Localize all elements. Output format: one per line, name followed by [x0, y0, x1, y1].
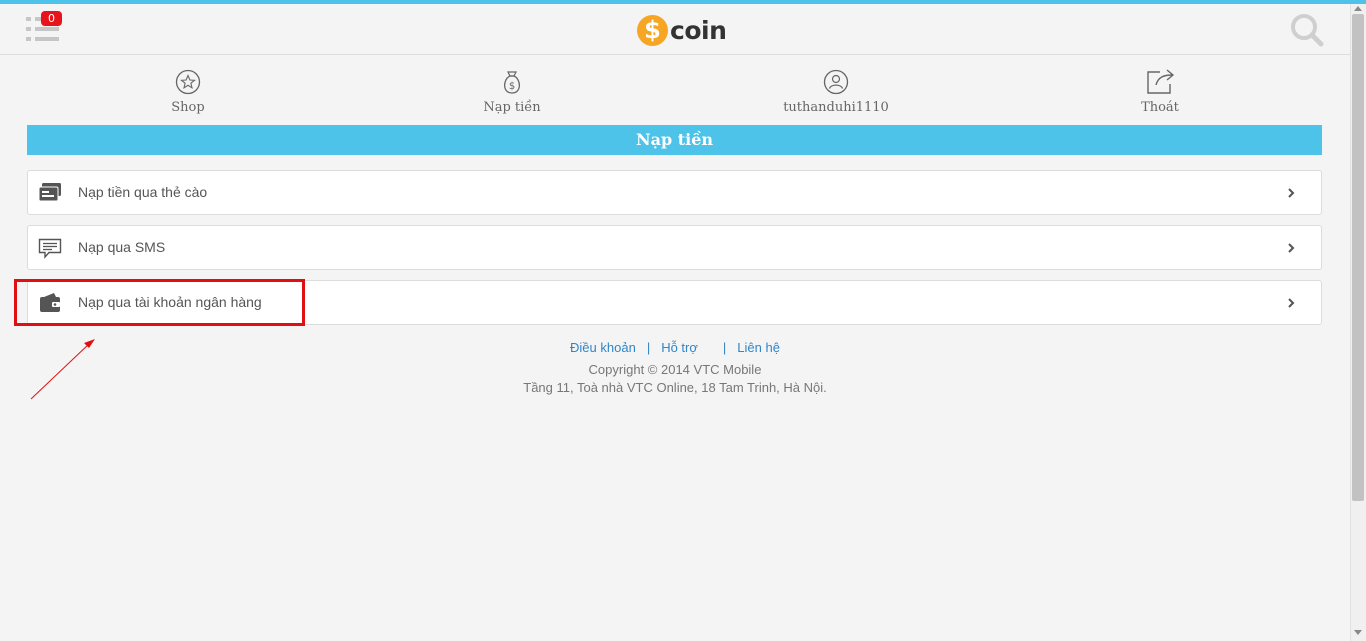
highlight-box	[14, 279, 305, 326]
money-bag-icon: $	[503, 71, 521, 94]
footer-separator: |	[646, 340, 651, 355]
logout-share-icon	[1147, 69, 1175, 94]
footer-address: Tầng 11, Toà nhà VTC Online, 18 Tam Trin…	[523, 380, 827, 395]
footer-links: Điều khoản | Hỗ trợ | Liên hệ	[0, 340, 1350, 355]
nav-label: Shop	[171, 100, 205, 115]
coin-logo-icon: $	[637, 14, 668, 46]
footer-copyright: Copyright © 2014 VTC Mobile	[588, 362, 762, 377]
user-circle-icon	[823, 69, 849, 95]
main-nav: Shop $ Nạp tiền tuthanduhi1110 Thoát	[27, 60, 1322, 122]
footer-link-contact[interactable]: Liên hệ	[737, 340, 780, 355]
sms-message-icon	[38, 238, 62, 259]
option-label: Nạp tiền qua thẻ cào	[78, 184, 208, 200]
notification-badge: 0	[41, 11, 62, 26]
option-sms-topup[interactable]: Nạp qua SMS	[27, 225, 1322, 270]
search-button[interactable]	[1290, 13, 1324, 47]
nav-label: Thoát	[1141, 100, 1179, 115]
scroll-down-arrow-icon[interactable]	[1354, 630, 1362, 635]
chevron-right-icon	[1288, 298, 1295, 308]
nav-item-account[interactable]: tuthanduhi1110	[756, 60, 916, 122]
card-icon	[38, 183, 61, 202]
nav-item-shop[interactable]: Shop	[108, 60, 268, 122]
option-label: Nạp qua SMS	[78, 239, 166, 255]
nav-item-nap-tien[interactable]: $ Nạp tiền	[432, 60, 592, 122]
star-circle-icon	[175, 69, 201, 95]
footer-link-terms[interactable]: Điều khoản	[570, 340, 636, 355]
nav-label: Nạp tiền	[483, 100, 541, 115]
section-title: Nạp tiền	[27, 125, 1322, 155]
chevron-right-icon	[1288, 243, 1295, 253]
scroll-up-arrow-icon[interactable]	[1354, 6, 1362, 11]
chevron-right-icon	[1288, 188, 1295, 198]
logo[interactable]: $ coin	[637, 13, 727, 47]
nav-label: tuthanduhi1110	[783, 100, 889, 115]
svg-text:$: $	[509, 81, 515, 92]
footer-separator: |	[722, 340, 727, 355]
scrollbar-thumb[interactable]	[1352, 14, 1364, 501]
nav-item-logout[interactable]: Thoát	[1080, 60, 1240, 122]
header: 0 $ coin	[0, 4, 1350, 55]
logo-text: coin	[670, 15, 727, 45]
search-icon	[1291, 14, 1324, 47]
footer-link-support[interactable]: Hỗ trợ	[661, 340, 698, 355]
option-card-topup[interactable]: Nạp tiền qua thẻ cào	[27, 170, 1322, 215]
